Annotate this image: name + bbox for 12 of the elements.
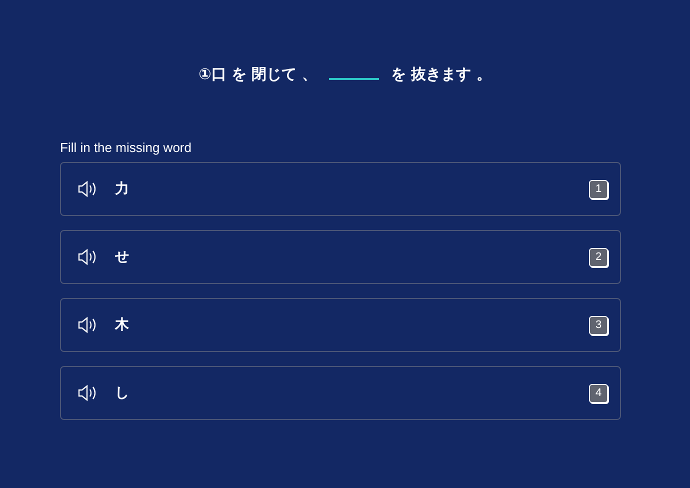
fill-in-line	[328, 78, 379, 80]
answer-option[interactable]: し 4	[60, 366, 621, 420]
instruction-text: Fill in the missing word	[60, 139, 192, 156]
shortcut-key: 4	[589, 384, 608, 402]
shortcut-key: 2	[589, 248, 608, 266]
question-text: ①口 を 閉じて 、	[198, 64, 317, 85]
shortcut-key: 1	[589, 180, 608, 198]
answer-option[interactable]: 木 3	[60, 298, 621, 352]
question-text: を 抜きます 。	[390, 64, 492, 85]
shortcut-key: 3	[589, 316, 608, 334]
answer-option[interactable]: せ 2	[60, 230, 621, 284]
answer-option[interactable]: 力 1	[60, 162, 621, 216]
